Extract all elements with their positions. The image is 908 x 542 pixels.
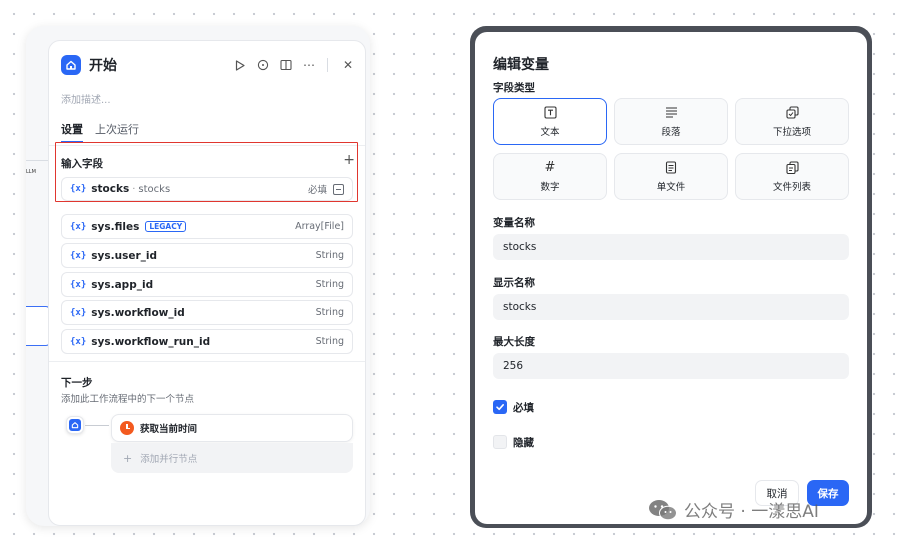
paragraph-icon xyxy=(664,105,678,119)
system-var-row: {x} sys.workflow_run_id String xyxy=(61,329,353,354)
run-icon[interactable] xyxy=(233,58,247,72)
home-icon xyxy=(61,55,81,75)
next-step-title: 下一步 xyxy=(61,377,93,389)
field-type-label: 单文件 xyxy=(656,182,686,193)
system-var-row: {x} sys.user_id String xyxy=(61,243,353,268)
variable-name-input[interactable]: stocks xyxy=(493,234,849,260)
variable-icon: {x} xyxy=(70,279,87,290)
description-input[interactable]: 添加描述... xyxy=(61,91,111,106)
variable-icon: {x} xyxy=(70,250,87,261)
max-length-input[interactable]: 256 xyxy=(493,353,849,379)
next-node-card[interactable]: 获取当前时间 xyxy=(111,414,353,442)
canvas-node-peek: LLM xyxy=(26,160,50,360)
field-type-paragraph[interactable]: 段落 xyxy=(614,98,728,145)
canvas-node-fragment xyxy=(26,306,50,346)
system-var-type: String xyxy=(315,307,344,318)
start-node-panel: 开始 ⋯ ✕ 添加描述... 设置 上次运行 输入字段 + {x} stocks… xyxy=(48,40,366,526)
start-node-mini xyxy=(66,416,84,434)
dialog-title: 编辑变量 xyxy=(493,57,549,73)
connector-line xyxy=(85,425,109,426)
select-icon xyxy=(785,105,799,119)
system-var-type: String xyxy=(315,250,344,261)
file-icon xyxy=(664,160,678,174)
system-var-name: sys.workflow_id xyxy=(91,306,185,319)
display-name-label: 显示名称 xyxy=(493,277,535,289)
watermark-text: 公众号 · 一漾思AI xyxy=(684,502,819,522)
plus-icon: + xyxy=(123,451,133,465)
section-divider xyxy=(49,361,365,362)
field-type-label: 段落 xyxy=(661,127,681,138)
system-var-type: Array[File] xyxy=(295,221,344,232)
variable-name-label: 变量名称 xyxy=(493,217,535,229)
close-icon[interactable]: ✕ xyxy=(341,58,355,72)
system-var-name: sys.files xyxy=(91,220,140,233)
field-type-text[interactable]: 文本 xyxy=(493,98,607,145)
header-divider xyxy=(327,58,328,72)
text-icon xyxy=(543,105,557,119)
hidden-checkbox[interactable] xyxy=(493,435,507,449)
wechat-icon xyxy=(649,499,677,520)
field-type-select[interactable]: 下拉选项 xyxy=(735,98,849,145)
watermark: 公众号 · 一漾思AI xyxy=(648,497,819,522)
system-var-name: sys.workflow_run_id xyxy=(91,335,211,348)
system-var-type: String xyxy=(315,336,344,347)
crosshair-icon[interactable] xyxy=(256,58,270,72)
field-type-file[interactable]: 单文件 xyxy=(614,153,728,200)
system-var-row: {x} sys.files LEGACY Array[File] xyxy=(61,214,353,239)
add-parallel-node-button[interactable]: + 添加并行节点 xyxy=(111,443,353,473)
edit-variable-dialog: 编辑变量 字段类型 文本 段落 下拉选项 # 数字 单文件 文件列表 变量名称 … xyxy=(475,32,867,524)
variable-icon: {x} xyxy=(70,221,87,232)
file-list-icon xyxy=(785,160,799,174)
hash-icon: # xyxy=(544,159,556,175)
variable-icon: {x} xyxy=(70,336,87,347)
field-type-label: 文本 xyxy=(540,127,560,138)
panel-header: 开始 ⋯ ✕ xyxy=(61,53,355,77)
next-step-description: 添加此工作流程中的下一个节点 xyxy=(61,394,195,405)
panel-title: 开始 xyxy=(89,58,117,74)
book-icon[interactable] xyxy=(279,58,293,72)
field-type-label: 下拉选项 xyxy=(772,127,811,138)
panel-tabs: 设置 上次运行 xyxy=(61,121,365,143)
variable-icon: {x} xyxy=(70,307,87,318)
system-var-name: sys.app_id xyxy=(91,278,154,291)
field-type-file-list[interactable]: 文件列表 xyxy=(735,153,849,200)
more-icon[interactable]: ⋯ xyxy=(302,58,316,72)
field-type-number[interactable]: # 数字 xyxy=(493,153,607,200)
field-type-label: 文件列表 xyxy=(772,182,811,193)
add-parallel-label: 添加并行节点 xyxy=(140,454,198,465)
tab-last-run[interactable]: 上次运行 xyxy=(95,121,139,143)
field-type-label: 字段类型 xyxy=(493,82,535,94)
system-var-row: {x} sys.app_id String xyxy=(61,272,353,297)
system-var-type: String xyxy=(315,279,344,290)
system-var-row: {x} sys.workflow_id String xyxy=(61,300,353,325)
system-var-name: sys.user_id xyxy=(91,249,157,262)
next-node-label: 获取当前时间 xyxy=(140,424,198,435)
hidden-label: 隐藏 xyxy=(513,437,534,449)
display-name-input[interactable]: stocks xyxy=(493,294,849,320)
max-length-label: 最大长度 xyxy=(493,336,535,348)
home-icon xyxy=(69,419,81,431)
required-checkbox[interactable] xyxy=(493,400,507,414)
tab-settings[interactable]: 设置 xyxy=(61,121,83,143)
canvas-node-peek-label: LLM xyxy=(26,169,36,175)
highlight-annotation xyxy=(55,142,358,202)
legacy-badge: LEGACY xyxy=(145,221,187,232)
field-type-label: 数字 xyxy=(540,182,560,193)
required-label: 必填 xyxy=(513,402,534,414)
clock-icon xyxy=(120,421,134,435)
